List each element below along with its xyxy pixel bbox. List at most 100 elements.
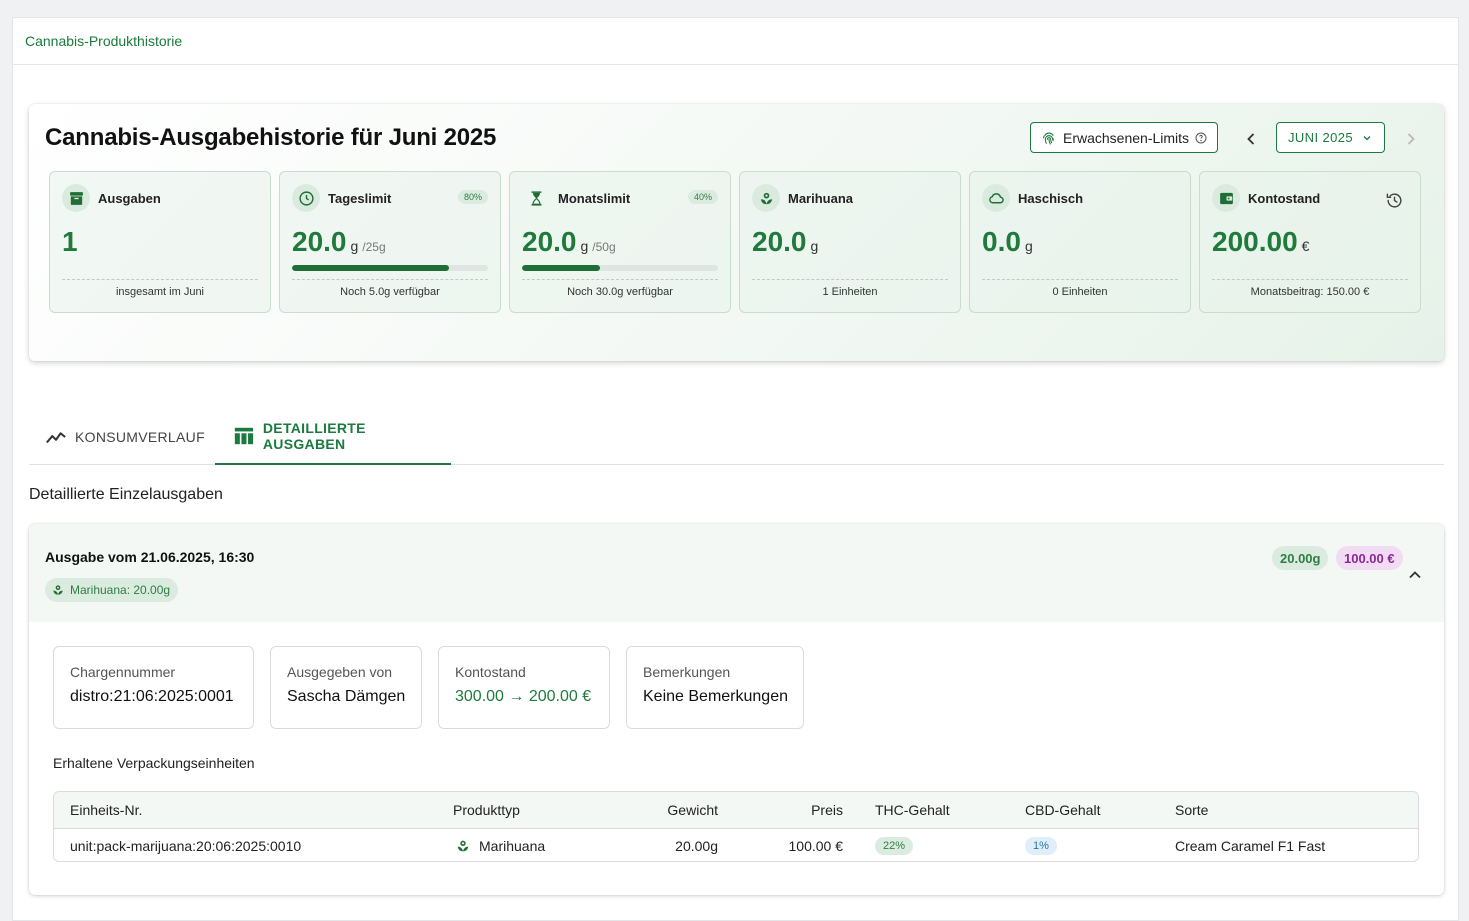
cbd-cell: 1% [1025, 829, 1057, 861]
dispense-title: Ausgabe vom 21.06.2025, 16:30 [45, 549, 255, 565]
stat-footer: Monatsbeitrag: 150.00 € [1212, 279, 1408, 298]
stat-value: 20.0 [292, 226, 347, 257]
stat-value: 20.0 [752, 226, 807, 257]
stat-label: Marihuana [788, 190, 854, 206]
breadcrumb-link[interactable]: Cannabis-Produkthistorie [25, 33, 182, 49]
thc-chip: 22% [875, 837, 914, 855]
stats-row: Ausgaben 1 insgesamt im Juni Tageslimit … [49, 171, 1421, 313]
packages-table: Einheits-Nr. Produkttyp Gewicht Preis TH… [53, 791, 1419, 862]
info-label: Kontostand [455, 664, 526, 680]
tab-label: DETAILLIERTE AUSGABEN [262, 420, 366, 452]
stat-unit: g [350, 238, 359, 254]
prev-month-icon[interactable] [1241, 129, 1261, 149]
info-label: Chargennummer [70, 664, 176, 680]
chevron-down-icon [1363, 135, 1371, 140]
packages-title: Erhaltene Verpackungseinheiten [53, 755, 255, 771]
info-value: Sascha Dämgen [287, 688, 406, 705]
table-icon [234, 427, 254, 445]
page: Cannabis-Produkthistorie Cannabis-Ausgab… [12, 17, 1459, 921]
history-icon[interactable] [1385, 191, 1404, 210]
stat-footer: 0 Einheiten [982, 279, 1178, 298]
archive-icon [62, 184, 90, 212]
trend-icon [46, 432, 66, 444]
cloud-icon [982, 184, 1010, 212]
column-header: THC-Gehalt [875, 802, 950, 818]
adult-limits-label: Erwachsenen-Limits [1063, 129, 1190, 146]
column-header: Preis [811, 802, 843, 818]
weight-cell: 20.00g [675, 838, 718, 854]
stat-tageslimit: Tageslimit 80% 20.0 g /25g Noch 5.0g ver… [279, 171, 501, 313]
help-icon [1195, 132, 1207, 143]
next-month-icon[interactable] [1401, 129, 1421, 149]
stat-label: Monatslimit [558, 190, 631, 206]
info-balance: Kontostand 300.00 → 200.00 € [438, 646, 610, 729]
stat-max: /25g [362, 240, 386, 254]
page-title: Cannabis-Ausgabehistorie für Juni 2025 [45, 124, 497, 151]
stat-label: Ausgaben [98, 190, 161, 206]
stat-monatslimit: Monatslimit 40% 20.0 g /50g Noch 30.0g v… [509, 171, 731, 313]
info-label: Ausgegeben von [287, 664, 393, 680]
unit-number: unit:pack-marijuana:20:06:2025:0010 [70, 838, 302, 854]
clock-icon [292, 184, 320, 212]
breadcrumb: Cannabis-Produkthistorie [13, 18, 1458, 65]
info-value: 300.00 → 200.00 € [455, 688, 592, 705]
column-header: Produkttyp [453, 802, 520, 818]
fingerprint-icon [1043, 132, 1054, 145]
month-select-value: JUNI 2025 [1287, 130, 1354, 145]
stat-label: Kontostand [1248, 190, 1321, 206]
info-label: Bemerkungen [643, 664, 731, 680]
daily-progress-bar [292, 265, 488, 271]
section-title: Detaillierte Einzelausgaben [29, 486, 223, 503]
stat-marihuana: Marihuana 20.0 g 1 Einheiten [739, 171, 961, 313]
product-type-label: Marihuana [479, 838, 546, 854]
stat-unit: g [580, 238, 589, 254]
dispense-card: Ausgabe vom 21.06.2025, 16:30 Marihuana:… [29, 524, 1444, 895]
hourglass-icon [522, 184, 550, 212]
month-select[interactable]: JUNI 2025 [1276, 122, 1385, 153]
stat-footer: 1 Einheiten [752, 279, 948, 298]
chevron-up-icon[interactable] [1405, 565, 1425, 585]
info-notes: Bemerkungen Keine Bemerkungen [626, 646, 804, 729]
table-row: unit:pack-marijuana:20:06:2025:0010 Mari… [54, 829, 1418, 861]
stat-label: Haschisch [1018, 190, 1084, 206]
stat-value: 1 [62, 226, 78, 257]
column-header: Gewicht [667, 802, 718, 818]
stat-label: Tageslimit [328, 190, 392, 206]
tab-konsumverlauf[interactable]: KONSUMVERLAUF [45, 409, 205, 465]
tab-label: KONSUMVERLAUF [75, 429, 205, 445]
info-charge: Chargennummer distro:21:06:2025:0001 [53, 646, 254, 729]
product-type: Marihuana [455, 829, 546, 861]
product-chip: Marihuana: 20.00g [45, 578, 179, 602]
tab-bar: KONSUMVERLAUF DETAILLIERTE AUSGABEN [29, 409, 1444, 465]
stat-value: 200.00 [1212, 226, 1298, 257]
weight-chip: 20.00g [1272, 546, 1329, 570]
info-value: Keine Bemerkungen [643, 688, 788, 705]
stat-footer: insgesamt im Juni [62, 279, 258, 298]
stat-value: 20.0 [522, 226, 577, 257]
table-header-row: Einheits-Nr. Produkttyp Gewicht Preis TH… [54, 792, 1418, 829]
stat-value: 0.0 [982, 226, 1021, 257]
thc-cell: 22% [875, 829, 914, 861]
stat-ausgaben: Ausgaben 1 insgesamt im Juni [49, 171, 271, 313]
column-header: Sorte [1175, 802, 1209, 818]
percent-badge: 40% [687, 190, 718, 204]
tab-detaillierte-ausgaben[interactable]: DETAILLIERTE AUSGABEN [215, 409, 451, 465]
product-chip-label: Marihuana: 20.00g [70, 583, 171, 597]
plant-icon [53, 585, 63, 595]
stat-unit: g [810, 238, 819, 254]
stat-footer: Noch 30.0g verfügbar [522, 279, 718, 298]
monthly-progress-fill [522, 265, 601, 271]
stat-footer: Noch 5.0g verfügbar [292, 279, 488, 298]
price-chip: 100.00 € [1336, 546, 1403, 570]
plant-icon [457, 840, 469, 852]
column-header: CBD-Gehalt [1025, 802, 1101, 818]
column-header: Einheits-Nr. [70, 802, 143, 818]
daily-progress-fill [292, 265, 449, 271]
plant-icon [752, 184, 780, 212]
dispense-header[interactable]: Ausgabe vom 21.06.2025, 16:30 Marihuana:… [29, 524, 1444, 622]
stat-max: /50g [592, 240, 616, 254]
strain-cell: Cream Caramel F1 Fast [1175, 838, 1326, 854]
cbd-chip: 1% [1025, 837, 1057, 855]
adult-limits-button[interactable]: Erwachsenen-Limits [1030, 122, 1218, 153]
monthly-progress-bar [522, 265, 718, 271]
